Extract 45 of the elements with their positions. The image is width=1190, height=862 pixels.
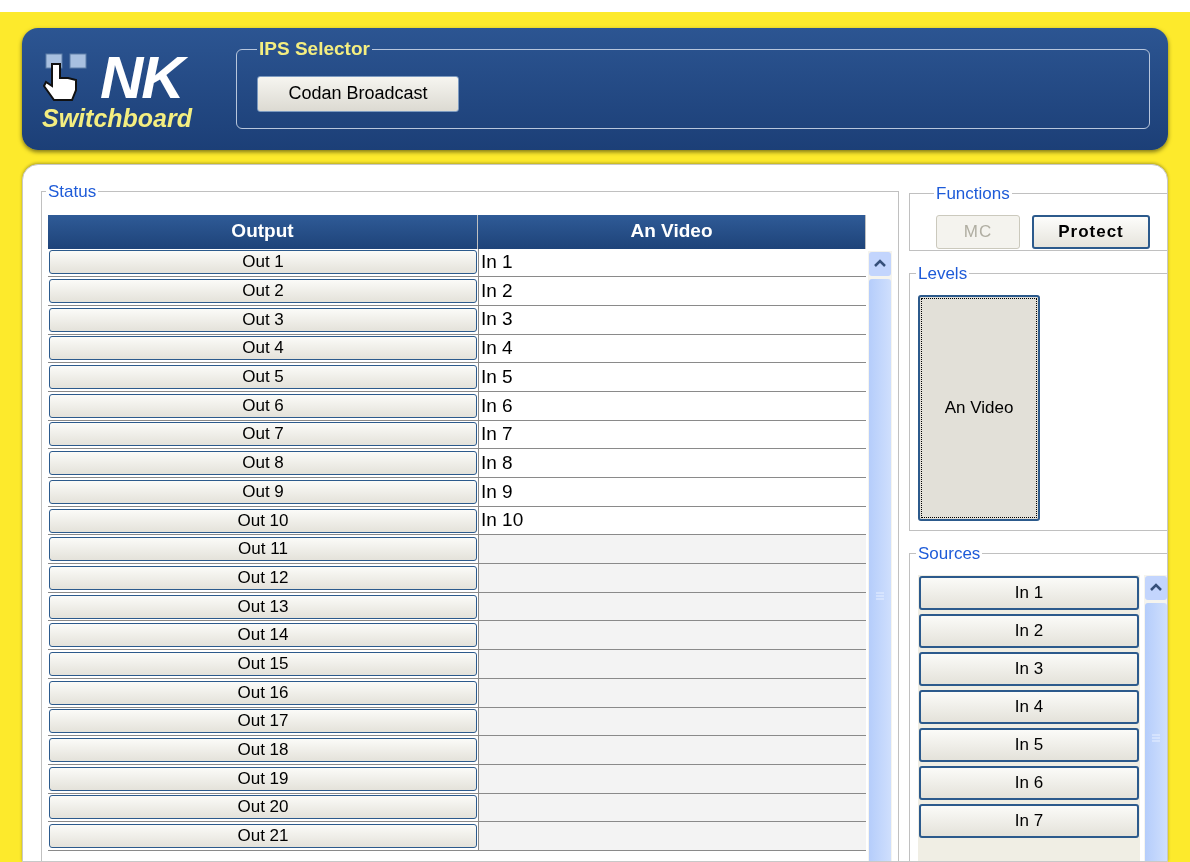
output-button[interactable]: Out 13 — [49, 594, 477, 619]
source-button[interactable]: In 1 — [919, 575, 1139, 610]
group-label: IPS Selector — [259, 38, 370, 59]
output-button[interactable]: Out 15 — [49, 651, 477, 676]
output-button[interactable]: Out 1 — [49, 250, 477, 275]
scroll-up-button[interactable] — [1145, 575, 1167, 600]
output-button[interactable]: Out 5 — [49, 365, 477, 390]
output-button[interactable]: Out 8 — [49, 451, 477, 476]
column-header: Output — [48, 214, 478, 249]
output-button[interactable]: Out 7 — [49, 422, 477, 447]
output-button[interactable]: Out 19 — [49, 766, 477, 791]
output-button[interactable]: Out 21 — [49, 824, 477, 849]
output-button[interactable]: Out 11 — [49, 537, 477, 562]
output-button[interactable]: Out 16 — [49, 680, 477, 705]
grip-icon — [1151, 733, 1161, 743]
function-button[interactable]: Protect — [1032, 214, 1150, 249]
output-button[interactable]: Out 9 — [49, 479, 477, 504]
output-button[interactable]: Out 6 — [49, 393, 477, 418]
output-button[interactable]: Out 3 — [49, 307, 477, 332]
output-button[interactable]: Out 4 — [49, 336, 477, 361]
source-button[interactable]: In 3 — [919, 651, 1139, 686]
output-button[interactable]: Out 20 — [49, 795, 477, 820]
group-label: Levels — [918, 264, 968, 283]
output-button[interactable]: Out 14 — [49, 623, 477, 648]
source-button[interactable]: In 4 — [919, 689, 1139, 724]
output-button[interactable]: Out 2 — [49, 279, 477, 304]
output-button[interactable]: Out 10 — [49, 508, 477, 533]
source-button[interactable]: In 5 — [919, 727, 1139, 762]
chevron-up-icon — [873, 259, 887, 268]
group-label: Sources — [918, 544, 981, 563]
scroll-up-button[interactable] — [869, 251, 891, 276]
source-button[interactable]: In 6 — [919, 765, 1139, 800]
column-header: An Video — [478, 214, 866, 249]
source-button[interactable]: In 7 — [919, 803, 1139, 838]
output-button[interactable]: Out 12 — [49, 565, 477, 590]
group-label: Functions — [936, 184, 1010, 203]
grip-icon — [875, 591, 885, 601]
output-button[interactable]: Out 18 — [49, 738, 477, 763]
logo-subtitle: Switchboard — [42, 104, 194, 132]
group-label: Status — [48, 182, 97, 201]
chevron-up-icon — [1149, 583, 1163, 592]
output-button[interactable]: Out 17 — [49, 709, 477, 734]
ips-button[interactable]: Codan Broadcast — [257, 75, 459, 112]
level-button[interactable]: An Video — [918, 294, 1040, 521]
source-button[interactable]: In 2 — [919, 613, 1139, 648]
